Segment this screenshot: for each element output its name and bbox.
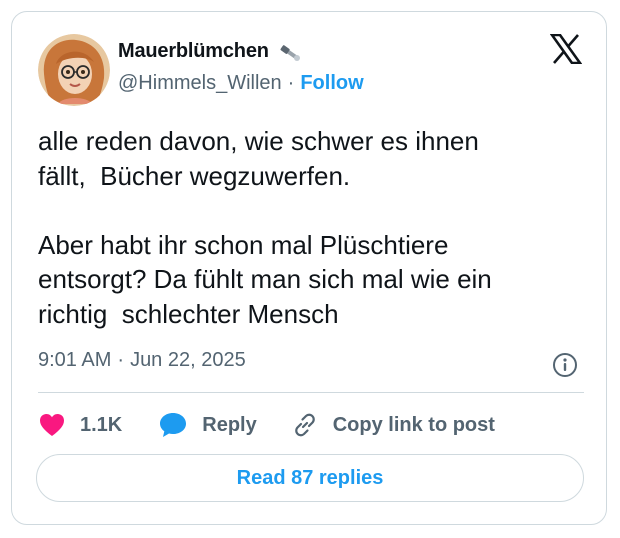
follow-button[interactable]: Follow bbox=[300, 72, 363, 95]
action-bar: 1.1K Reply Copy link to post bbox=[38, 408, 495, 442]
tweet-timestamp[interactable]: 9:01 AM · Jun 22, 2025 bbox=[38, 349, 246, 372]
author-name-row: Mauerblümchen bbox=[118, 40, 303, 63]
like-count: 1.1K bbox=[80, 413, 123, 436]
read-replies-label: Read 87 replies bbox=[236, 466, 384, 489]
reply-label: Reply bbox=[202, 413, 257, 436]
tools-icon bbox=[277, 41, 303, 63]
like-button[interactable]: 1.1K bbox=[38, 412, 122, 438]
author-handle-row: @Himmels_Willen · Follow bbox=[118, 72, 364, 95]
tweet-date: Jun 22, 2025 bbox=[130, 349, 246, 371]
reply-button[interactable]: Reply bbox=[158, 411, 257, 439]
heart-icon bbox=[40, 414, 64, 436]
avatar[interactable] bbox=[38, 34, 110, 106]
timestamp-separator: · bbox=[117, 349, 125, 371]
handle-separator: · bbox=[287, 72, 295, 94]
divider bbox=[38, 392, 584, 393]
tweet-time: 9:01 AM bbox=[38, 349, 112, 371]
read-replies-button[interactable]: Read 87 replies bbox=[36, 454, 584, 502]
info-icon[interactable] bbox=[552, 352, 578, 378]
author-display-name[interactable]: Mauerblümchen bbox=[118, 40, 269, 63]
author-handle[interactable]: @Himmels_Willen bbox=[118, 72, 282, 95]
copy-link-button[interactable]: Copy link to post bbox=[291, 411, 495, 439]
link-icon bbox=[294, 413, 315, 437]
speech-bubble-icon bbox=[160, 413, 187, 437]
copy-link-label: Copy link to post bbox=[332, 413, 495, 436]
tweet-text: alle reden davon, wie schwer es ihnen fä… bbox=[38, 126, 492, 329]
x-logo-icon[interactable] bbox=[549, 33, 583, 65]
tweet-card: Mauerblümchen @Himmels_Willen · Follow a… bbox=[11, 11, 607, 525]
